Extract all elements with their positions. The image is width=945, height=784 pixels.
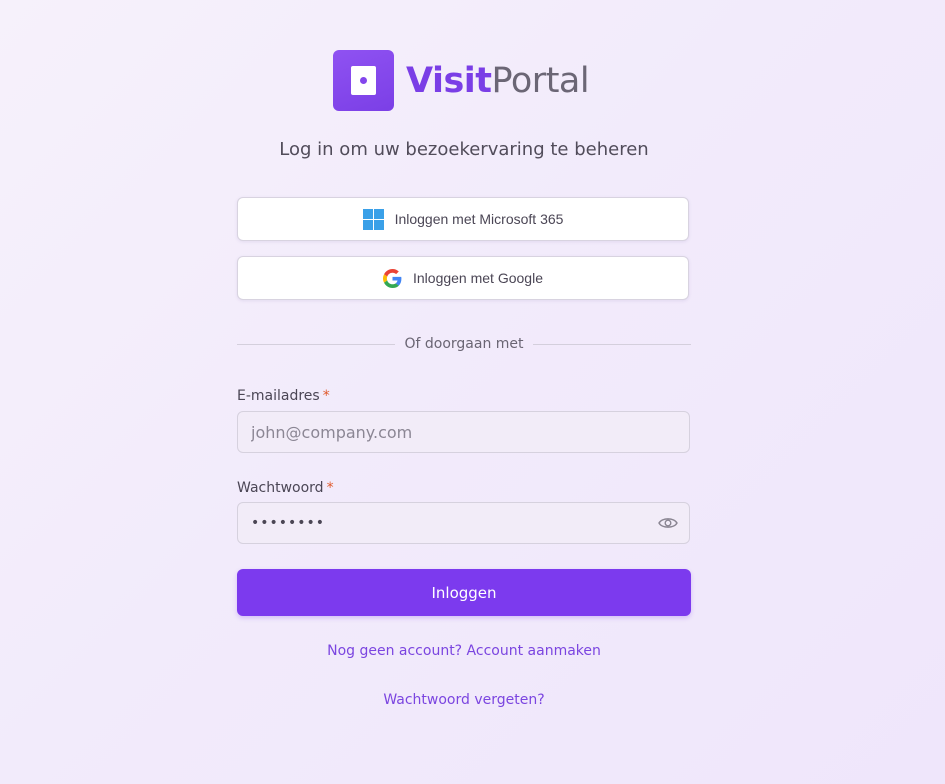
divider-text: Of doorgaan met (404, 336, 524, 352)
create-account-link[interactable]: Nog geen account? Account aanmaken (0, 643, 928, 659)
password-label-text: Wachtwoord (237, 480, 324, 496)
eye-icon[interactable] (658, 515, 678, 531)
logo-word-portal: Portal (491, 60, 590, 101)
logo-wordmark: VisitPortal (406, 60, 590, 101)
visitportal-logo: VisitPortal (333, 50, 590, 111)
password-required-mark: * (326, 480, 334, 496)
microsoft-login-button[interactable]: Inloggen met Microsoft 365 (237, 197, 689, 241)
login-button[interactable]: Inloggen (237, 569, 691, 616)
logo-word-visit: Visit (406, 60, 492, 101)
email-required-mark: * (322, 388, 330, 404)
google-login-button[interactable]: Inloggen met Google (237, 256, 689, 300)
forgot-password-link[interactable]: Wachtwoord vergeten? (0, 692, 928, 708)
divider-line-left (237, 343, 396, 345)
email-label-text: E-mailadres (237, 388, 320, 404)
password-label: Wachtwoord * (237, 480, 334, 496)
email-field[interactable] (237, 411, 690, 453)
page-subtitle: Log in om uw bezoekervaring te beheren (279, 139, 649, 160)
microsoft-logo-icon (362, 208, 384, 230)
door-icon (333, 50, 394, 111)
or-divider: Of doorgaan met (237, 335, 692, 353)
divider-line-right (532, 343, 692, 345)
email-label: E-mailadres * (237, 388, 330, 404)
google-login-label: Inloggen met Google (413, 270, 543, 286)
google-logo-icon (383, 268, 402, 288)
microsoft-login-label: Inloggen met Microsoft 365 (394, 211, 564, 227)
password-field[interactable] (237, 502, 690, 544)
